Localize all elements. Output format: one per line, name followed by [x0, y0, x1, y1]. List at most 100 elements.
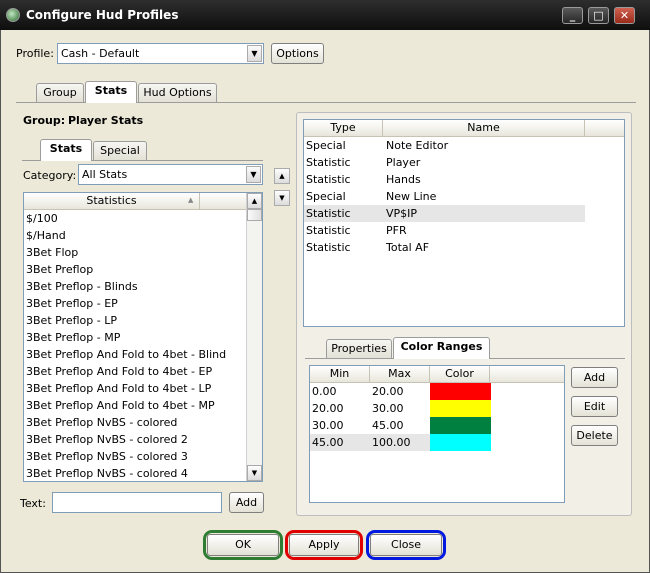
ok-button[interactable]: OK [207, 534, 279, 556]
min-cell: 30.00 [312, 419, 344, 432]
statistics-rows: $/100 $/Hand 3Bet Flop 3Bet Preflop 3Bet… [24, 210, 246, 481]
color-swatch[interactable] [430, 434, 491, 451]
chevron-down-icon[interactable]: ▼ [247, 45, 262, 62]
type-cell: Statistic [306, 241, 351, 254]
list-item[interactable]: 3Bet Preflop NvBS - colored 3 [24, 448, 246, 465]
list-item[interactable]: $/100 [24, 210, 246, 227]
statistics-header[interactable]: Statistics ▲ [24, 193, 246, 210]
max-cell: 20.00 [372, 385, 404, 398]
edit-range-button[interactable]: Edit [571, 396, 618, 417]
max-cell: 45.00 [372, 419, 404, 432]
color-swatch[interactable] [430, 400, 491, 417]
color-column-header[interactable]: Color [430, 366, 490, 383]
name-cell: VP$IP [386, 207, 418, 220]
color-ranges-rows: 0.00 20.00 20.00 30.00 30.00 45.00 45.00… [310, 383, 491, 451]
type-cell: Statistic [306, 156, 351, 169]
profile-value: Cash - Default [61, 47, 140, 60]
tab-stats-sub[interactable]: Stats [40, 139, 92, 161]
close-window-button[interactable]: ✕ [614, 7, 635, 24]
scroll-down-icon[interactable]: ▼ [247, 465, 262, 481]
options-button[interactable]: Options [271, 43, 324, 64]
list-item[interactable]: 3Bet Preflop And Fold to 4bet - MP [24, 397, 246, 414]
list-item[interactable]: 3Bet Preflop NvBS - colored 2 [24, 431, 246, 448]
tab-group[interactable]: Group [36, 83, 84, 103]
category-label: Category: [23, 169, 77, 182]
table-row[interactable]: Statistic Player [304, 154, 585, 171]
list-item[interactable]: 3Bet Preflop - Blinds [24, 278, 246, 295]
min-cell: 0.00 [312, 385, 337, 398]
name-cell: Total AF [386, 241, 430, 254]
hud-stats-table[interactable]: Type Name Special Note Editor Statistic … [303, 119, 625, 327]
table-row-selected[interactable]: Statistic VP$IP [304, 205, 585, 222]
minimize-button[interactable]: _ [562, 7, 583, 24]
list-item[interactable]: 3Bet Preflop And Fold to 4bet - EP [24, 363, 246, 380]
statistics-column-header[interactable]: Statistics [24, 193, 200, 210]
statistics-scrollbar[interactable]: ▲ ▼ [246, 193, 262, 481]
scroll-thumb[interactable] [247, 209, 262, 221]
tab-hud-options[interactable]: Hud Options [138, 83, 217, 103]
list-item[interactable]: 3Bet Preflop - MP [24, 329, 246, 346]
name-column-header[interactable]: Name [383, 120, 585, 137]
color-swatch[interactable] [430, 383, 491, 400]
tab-color-ranges[interactable]: Color Ranges [393, 337, 490, 359]
tab-properties[interactable]: Properties [326, 339, 392, 359]
category-select[interactable]: All Stats [78, 164, 263, 185]
statistics-list[interactable]: Statistics ▲ $/100 $/Hand 3Bet Flop 3Bet… [23, 192, 263, 482]
list-item[interactable]: 3Bet Preflop And Fold to 4bet - Blind [24, 346, 246, 363]
table-row-selected[interactable]: 45.00 100.00 [310, 434, 491, 451]
max-column-header[interactable]: Max [370, 366, 430, 383]
table-row[interactable]: Special New Line [304, 188, 585, 205]
list-item[interactable]: 3Bet Preflop - LP [24, 312, 246, 329]
type-cell: Statistic [306, 173, 351, 186]
apply-button[interactable]: Apply [289, 534, 359, 556]
color-ranges-table[interactable]: Min Max Color 0.00 20.00 20.00 30.00 30.… [309, 365, 565, 503]
group-value: Player Stats [68, 114, 144, 127]
text-label: Text: [20, 497, 46, 510]
list-item[interactable]: 3Bet Preflop NvBS - colored [24, 414, 246, 431]
category-value: All Stats [82, 168, 128, 181]
add-range-button[interactable]: Add [571, 367, 618, 388]
table-row[interactable]: Special Note Editor [304, 137, 585, 154]
hud-stats-rows: Special Note Editor Statistic Player Sta… [304, 137, 585, 256]
min-cell: 20.00 [312, 402, 344, 415]
add-text-button[interactable]: Add [229, 492, 264, 513]
maximize-button[interactable]: □ [588, 7, 609, 24]
max-cell: 30.00 [372, 402, 404, 415]
table-row[interactable]: 0.00 20.00 [310, 383, 491, 400]
max-cell: 100.00 [372, 436, 411, 449]
list-item[interactable]: 3Bet Preflop - EP [24, 295, 246, 312]
type-cell: Special [306, 190, 346, 203]
move-down-button[interactable]: ▼ [274, 190, 290, 206]
list-item[interactable]: 3Bet Preflop And Fold to 4bet - LP [24, 380, 246, 397]
type-cell: Statistic [306, 207, 351, 220]
list-item[interactable]: 3Bet Flop [24, 244, 246, 261]
color-swatch[interactable] [430, 417, 491, 434]
table-row[interactable]: 30.00 45.00 [310, 417, 491, 434]
min-cell: 45.00 [312, 436, 344, 449]
table-row[interactable]: Statistic Total AF [304, 239, 585, 256]
name-cell: New Line [386, 190, 437, 203]
type-column-header[interactable]: Type [304, 120, 383, 137]
list-item[interactable]: $/Hand [24, 227, 246, 244]
delete-range-button[interactable]: Delete [571, 425, 618, 446]
profile-select[interactable]: Cash - Default [57, 43, 264, 64]
table-row[interactable]: Statistic PFR [304, 222, 585, 239]
tab-stats[interactable]: Stats [85, 81, 137, 103]
type-cell: Special [306, 139, 346, 152]
name-cell: PFR [386, 224, 407, 237]
table-row[interactable]: Statistic Hands [304, 171, 585, 188]
move-up-button[interactable]: ▲ [274, 168, 290, 184]
list-item[interactable]: 3Bet Preflop NvBS - colored 4 [24, 465, 246, 481]
min-column-header[interactable]: Min [310, 366, 370, 383]
list-item[interactable]: 3Bet Preflop [24, 261, 246, 278]
name-cell: Note Editor [386, 139, 449, 152]
text-input[interactable] [52, 492, 222, 513]
scroll-up-icon[interactable]: ▲ [247, 193, 262, 209]
tab-special[interactable]: Special [93, 141, 147, 161]
table-row[interactable]: 20.00 30.00 [310, 400, 491, 417]
group-label: Group: [23, 114, 66, 127]
close-button[interactable]: Close [370, 534, 442, 556]
name-cell: Hands [386, 173, 421, 186]
chevron-down-icon[interactable]: ▼ [246, 166, 261, 183]
type-cell: Statistic [306, 224, 351, 237]
